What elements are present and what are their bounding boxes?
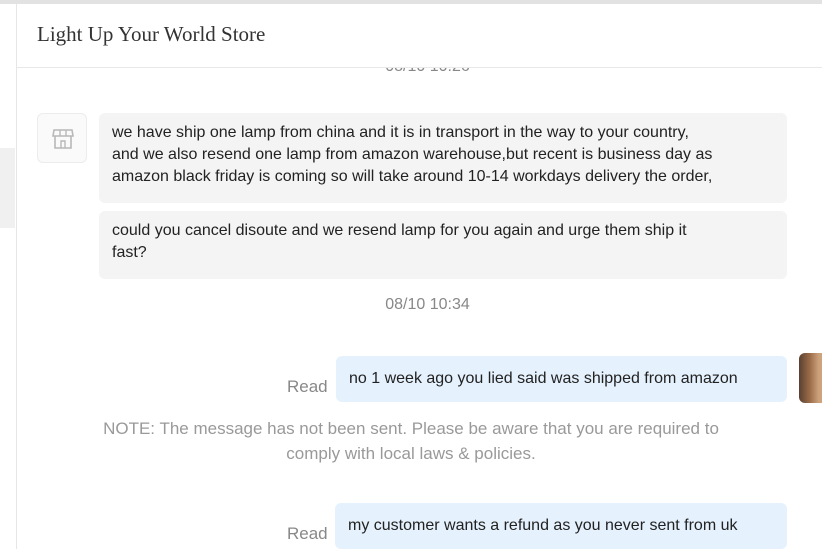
incoming-message: could you cancel disoute and we resend l… [99,211,787,279]
user-avatar[interactable] [799,353,822,403]
store-name: Light Up Your World Store [37,22,266,46]
note-line: comply with local laws & policies. [286,444,536,463]
read-status: Read [287,524,328,543]
not-sent-note: NOTE: The message has not been sent. Ple… [17,416,805,466]
timestamp: 08/10 10:26 [25,68,822,76]
outgoing-message: my customer wants a refund as you never … [335,503,787,549]
chat-window: Light Up Your World Store 08/10 10:26 we… [0,0,822,549]
outgoing-message: no 1 week ago you lied said was shipped … [336,356,787,402]
incoming-message: we have ship one lamp from china and it … [99,113,787,203]
message-line: could you cancel disoute and we resend l… [112,222,687,239]
message-line: fast? [112,244,147,261]
read-status: Read [287,377,328,396]
message-line: amazon black friday is coming so will ta… [112,168,713,185]
note-line: NOTE: The message has not been sent. Ple… [103,419,719,438]
message-line: we have ship one lamp from china and it … [112,124,689,141]
store-avatar[interactable] [37,113,87,163]
timestamp: 08/10 10:34 [385,296,470,313]
storefront-icon [52,129,74,149]
chat-header: Light Up Your World Store [17,4,822,68]
message-line: and we also resend one lamp from amazon … [112,146,713,163]
message-list[interactable]: 08/10 10:26 we have ship one lamp from c… [17,68,822,549]
left-panel-tab[interactable] [0,148,15,228]
